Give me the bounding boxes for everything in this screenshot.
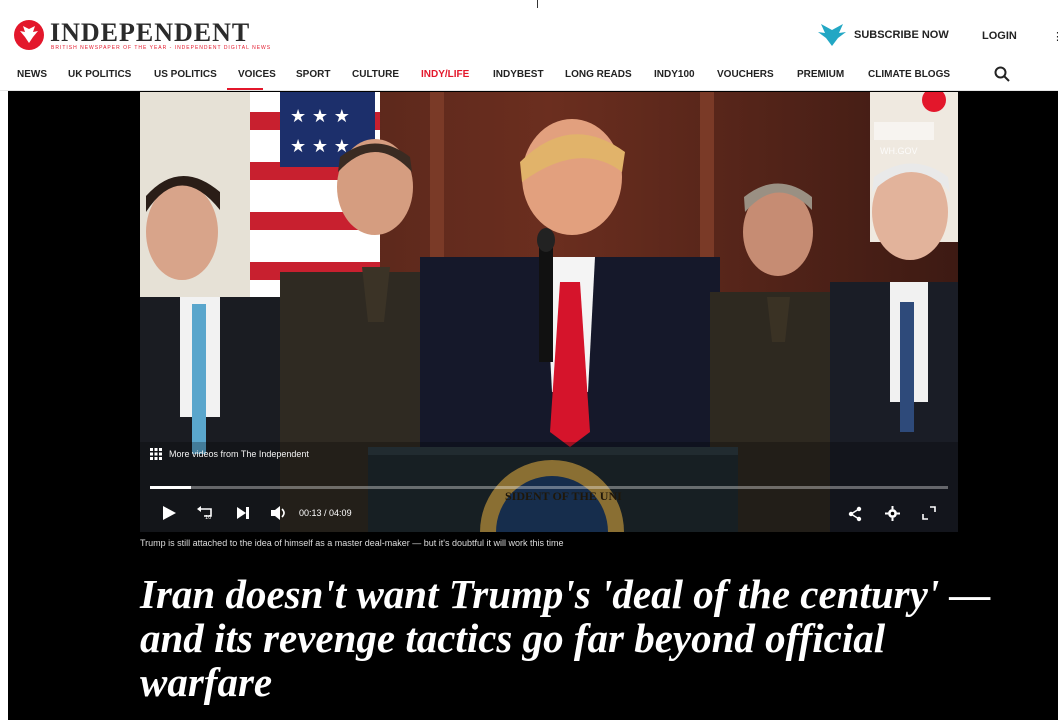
volume-icon[interactable] [271, 506, 289, 520]
nav-item-sport[interactable]: SPORT [296, 69, 330, 80]
nav-item-news[interactable]: NEWS [17, 69, 47, 80]
video-progress-bar[interactable] [150, 486, 948, 489]
nav-item-uk-politics[interactable]: UK POLITICS [68, 69, 131, 80]
share-icon[interactable] [848, 506, 862, 522]
current-time: 00:13 [299, 508, 322, 518]
subscribe-button[interactable]: SUBSCRIBE NOW [818, 24, 949, 46]
eagle-icon [818, 24, 846, 46]
site-tagline: BRITISH NEWSPAPER OF THE YEAR - INDEPEND… [51, 45, 272, 51]
play-icon[interactable] [162, 506, 176, 520]
nav-active-indicator [227, 88, 263, 90]
video-time: 00:13 / 04:09 [299, 508, 352, 518]
nav-item-climate-blogs[interactable]: CLIMATE BLOGS [868, 69, 950, 80]
login-link[interactable]: LOGIN [982, 30, 1017, 42]
svg-text:10: 10 [205, 515, 211, 520]
fullscreen-icon[interactable] [922, 506, 936, 520]
subscribe-label: SUBSCRIBE NOW [854, 29, 949, 41]
nav-item-indybest[interactable]: INDYBEST [493, 69, 544, 80]
replay-icon[interactable]: 10 [197, 506, 215, 520]
nav-item-vouchers[interactable]: VOUCHERS [717, 69, 774, 80]
video-progress-fill [150, 486, 192, 489]
nav-item-long-reads[interactable]: LONG READS [565, 69, 632, 80]
article-headline: Iran doesn't want Trump's 'deal of the c… [140, 571, 991, 705]
svg-text:★ ★ ★: ★ ★ ★ [290, 136, 350, 157]
video-frame: ★ ★ ★ ★ ★ ★ SIDENT OF THE UNI WH.GOV [140, 92, 958, 532]
nav-item-indy-life[interactable]: INDY/LIFE [421, 69, 469, 80]
more-videos-label: More videos from The Independent [169, 449, 309, 459]
site-logo[interactable]: INDEPENDENT [50, 18, 250, 48]
nav-item-premium[interactable]: PREMIUM [797, 69, 844, 80]
more-videos-link[interactable]: More videos from The Independent [150, 448, 309, 460]
nav-item-culture[interactable]: CULTURE [352, 69, 399, 80]
top-divider [537, 0, 538, 8]
menu-icon[interactable]: ⋮ [1052, 30, 1058, 43]
svg-text:★ ★ ★: ★ ★ ★ [290, 106, 350, 127]
watermark-text: WH.GOV [880, 146, 918, 156]
nav-item-us-politics[interactable]: US POLITICS [154, 69, 217, 80]
grid-icon [150, 448, 162, 460]
logo-eagle-icon[interactable] [14, 20, 44, 50]
video-caption: Trump is still attached to the idea of h… [140, 538, 564, 548]
skip-next-icon[interactable] [236, 506, 250, 520]
search-icon[interactable] [994, 66, 1010, 82]
video-player[interactable]: ★ ★ ★ ★ ★ ★ SIDENT OF THE UNI WH.GOV [140, 92, 958, 532]
nav-item-indy100[interactable]: INDY100 [654, 69, 695, 80]
duration: 04:09 [329, 508, 352, 518]
settings-gear-icon[interactable] [885, 506, 900, 521]
nav-item-voices[interactable]: VOICES [238, 69, 276, 80]
